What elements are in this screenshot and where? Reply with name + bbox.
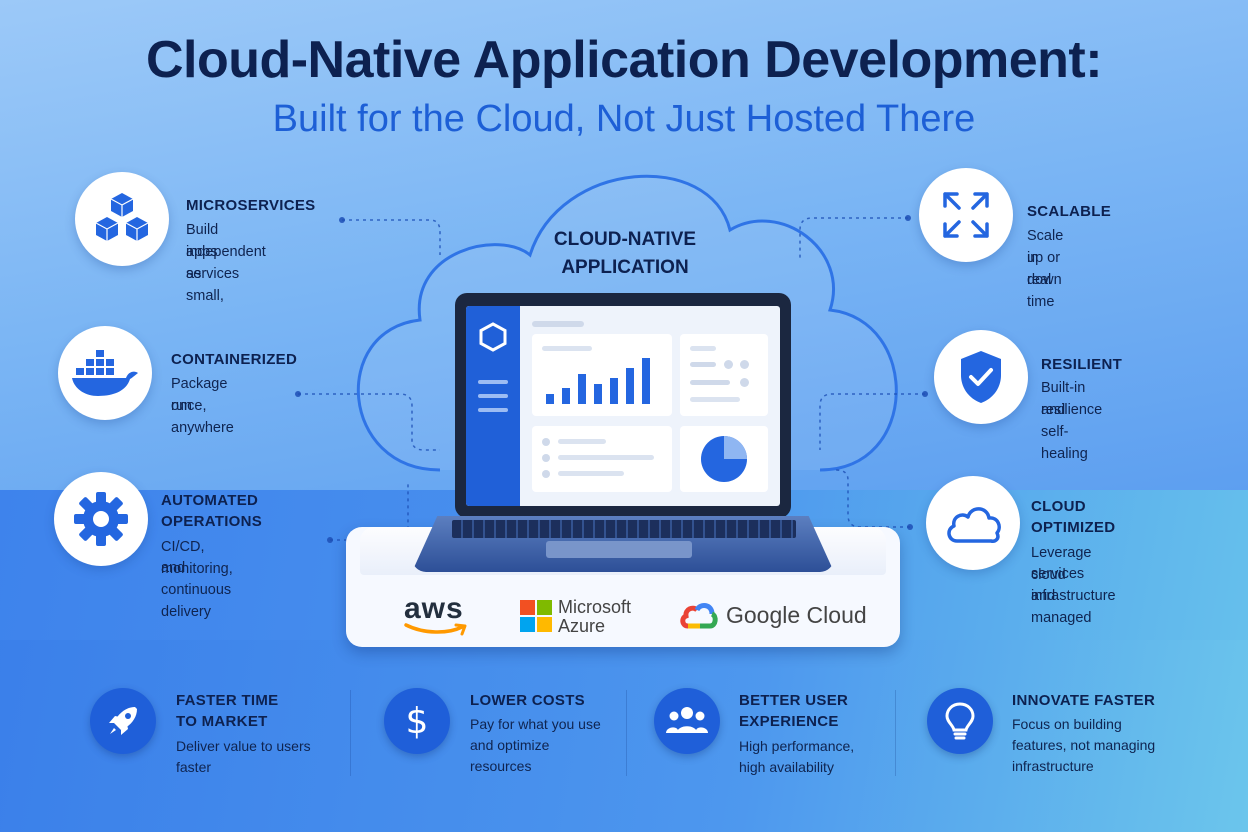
- list-line: [690, 346, 716, 351]
- innovate-faster-circle: [927, 688, 993, 754]
- table-line: [558, 455, 654, 460]
- cloud-icon: [947, 507, 1001, 543]
- faster-time-desc-line1: Deliver value to users: [176, 738, 311, 754]
- containerized-desc-line2: run anywhere: [171, 398, 234, 436]
- user-experience-circle: [654, 688, 720, 754]
- resilient-title: RESILIENT: [1041, 356, 1123, 373]
- dashboard-screen: [466, 306, 780, 506]
- faster-time-title-line2: TO MARKET: [176, 713, 268, 730]
- sidebar-menu-line: [478, 380, 508, 384]
- aws-smile-icon: [404, 623, 467, 636]
- innovate-faster-desc-line2: features, not managing: [1012, 737, 1156, 753]
- gear-icon: [74, 492, 128, 546]
- microsoft-label: Microsoft: [558, 597, 632, 617]
- separator: [895, 690, 896, 776]
- lower-costs-title: LOWER COSTS: [470, 692, 585, 709]
- lower-costs-desc-line2: and optimize: [470, 737, 550, 753]
- user-experience-desc-line1: High performance,: [739, 738, 855, 754]
- cloud-optimized-circle: [926, 476, 1020, 570]
- table-line: [558, 471, 624, 476]
- innovate-faster-desc-line3: infrastructure: [1012, 758, 1094, 774]
- microsoft-azure-logo: Microsoft Azure: [520, 597, 631, 637]
- list-dot: [740, 360, 749, 369]
- list-line: [690, 397, 740, 402]
- aws-logo: aws: [404, 592, 467, 636]
- pie-chart-card: [680, 426, 768, 492]
- table-dot: [542, 438, 550, 446]
- list-dot: [740, 378, 749, 387]
- automated-operations-title-line2: OPERATIONS: [161, 513, 263, 530]
- microservices-desc-line2: independent services: [186, 244, 266, 282]
- resilient-circle: [934, 330, 1028, 424]
- docker-whale-icon: [72, 350, 138, 396]
- microservices-circle: [75, 172, 169, 266]
- dashboard-header-bar: [532, 321, 584, 327]
- automated-operations-title-line1: AUTOMATED: [161, 492, 259, 509]
- sidebar-menu-line: [478, 408, 508, 412]
- list-card: [680, 334, 768, 416]
- google-cloud-icon: [680, 603, 718, 629]
- scalable-circle: [919, 168, 1013, 262]
- automated-operations-desc-line2: and continuous delivery: [161, 560, 232, 620]
- lightbulb-icon: [945, 702, 975, 740]
- list-dot: [724, 360, 733, 369]
- scalable-desc-line2: in real time: [1027, 250, 1055, 310]
- resilient-desc-line2: and self-healing: [1041, 402, 1088, 462]
- separator: [626, 690, 627, 776]
- user-experience-desc-line2: high availability: [739, 759, 834, 775]
- separator: [350, 690, 351, 776]
- cloud-optimized-title-line2: OPTIMIZED: [1031, 519, 1116, 536]
- table-card: [532, 426, 672, 492]
- user-experience-title-line2: EXPERIENCE: [739, 713, 839, 730]
- innovate-faster-desc-line1: Focus on building: [1012, 716, 1122, 732]
- table-dot: [542, 470, 550, 478]
- bar-chart-graphic: [546, 358, 650, 404]
- cubes-icon: [95, 193, 149, 241]
- faster-time-title-line1: FASTER TIME: [176, 692, 279, 709]
- azure-label: Azure: [558, 616, 606, 636]
- automated-operations-circle: [54, 472, 148, 566]
- users-icon: [666, 707, 708, 733]
- list-line: [690, 362, 716, 367]
- dollar-icon: $: [405, 700, 429, 742]
- list-line: [690, 380, 730, 385]
- laptop-keys: [452, 520, 796, 538]
- aws-logo-text: aws: [404, 592, 464, 625]
- dashboard-sidebar: [466, 306, 520, 506]
- cloud-optimized-title-line1: CLOUD: [1031, 498, 1086, 515]
- containerized-title: CONTAINERIZED: [171, 351, 298, 368]
- innovate-faster-title: INNOVATE FASTER: [1012, 692, 1156, 709]
- microservices-title: MICROSERVICES: [186, 197, 316, 214]
- pie-chart-graphic: [701, 436, 747, 482]
- lower-costs-desc-line3: resources: [470, 758, 532, 774]
- expand-arrows-icon: [943, 192, 989, 238]
- scalable-title: SCALABLE: [1027, 203, 1112, 220]
- shield-check-icon: [961, 351, 1001, 403]
- faster-time-desc-line2: faster: [176, 759, 212, 775]
- containerized-circle: [58, 326, 152, 420]
- google-cloud-label: Google Cloud: [726, 602, 867, 628]
- card-header-line: [542, 346, 592, 351]
- user-experience-title-line1: BETTER USER: [739, 692, 849, 709]
- cloud-optimized-desc-line3: infrastructure: [1031, 588, 1116, 604]
- table-line: [558, 439, 606, 444]
- faster-time-circle: [90, 688, 156, 754]
- microsoft-squares-icon: [520, 600, 552, 632]
- sidebar-menu-line: [478, 394, 508, 398]
- table-dot: [542, 454, 550, 462]
- bar-chart-card: [532, 334, 672, 416]
- google-cloud-logo: Google Cloud: [680, 600, 867, 635]
- lower-costs-circle: $: [384, 688, 450, 754]
- laptop-touchpad: [546, 541, 692, 558]
- hexagon-logo-icon: [479, 322, 507, 352]
- rocket-icon: [109, 707, 137, 735]
- lower-costs-desc-line1: Pay for what you use: [470, 716, 601, 732]
